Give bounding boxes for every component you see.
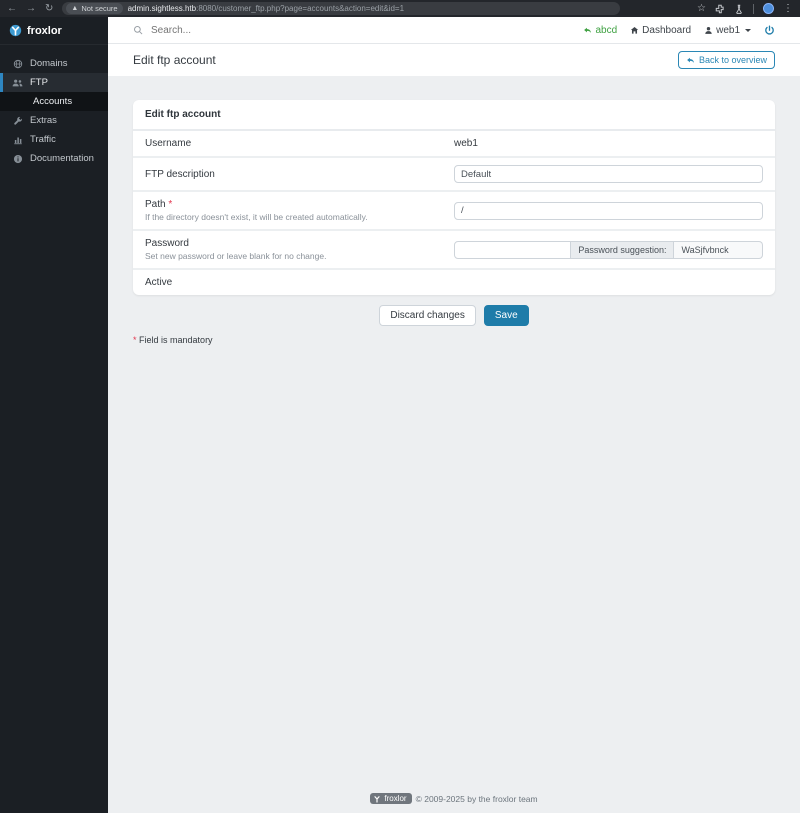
browser-reload-icon[interactable]: ↻ [45,3,53,14]
content-area: Edit ftp account Username web1 FTP descr… [108,76,800,813]
froxlor-logo-icon [374,795,380,803]
password-input-group: Password suggestion: WaSjfvbnck [454,240,763,259]
username-value: web1 [454,138,478,149]
sidebar-item-ftp[interactable]: FTP [0,73,108,92]
sidebar-item-label: FTP [30,77,48,88]
password-input[interactable] [454,240,572,259]
sidebar-item-label: Documentation [30,153,94,164]
card-title: Edit ftp account [133,100,775,131]
password-hint: Set new password or leave blank for no c… [145,251,327,261]
dashboard-link-label: Dashboard [642,24,692,36]
sidebar-item-label: Accounts [33,96,73,107]
back-to-overview-button[interactable]: Back to overview [677,51,775,69]
active-label: Active [145,277,173,288]
page-title: Edit ftp account [133,53,216,67]
extensions-icon[interactable] [715,4,725,14]
warning-icon: ▲ [71,5,79,12]
search-input[interactable] [149,23,309,37]
toolbar-divider [753,3,754,14]
brand-label: froxlor [27,24,62,37]
froxlor-brand[interactable]: froxlor [0,17,108,45]
home-icon [631,26,639,34]
sidebar-item-label: Domains [30,58,68,69]
save-button[interactable]: Save [483,305,529,326]
sidebar-item-label: Traffic [30,134,56,145]
dashboard-link[interactable]: Dashboard [630,25,691,36]
password-label: Password [145,238,189,249]
discard-changes-button[interactable]: Discard changes [379,305,476,326]
globe-icon [12,59,23,69]
sidebar-menu: Domains FTP Accounts Extras Traffic Docu… [0,45,108,168]
reply-arrow-icon [687,57,694,63]
form-row-active: Active [133,270,775,295]
bookmark-star-icon[interactable]: ☆ [697,3,706,14]
bar-chart-icon [12,135,23,145]
main-area: abcd Dashboard web1 Edit ftp account [108,17,800,813]
page-footer: froxlor © 2009-2025 by the froxlor team [108,793,800,804]
path-input[interactable] [454,201,763,220]
froxlor-logo-icon [9,24,22,37]
customer-switch-link[interactable]: abcd [583,25,617,36]
global-search [133,23,309,37]
browser-forward-icon[interactable]: → [26,3,36,14]
reply-arrow-icon [584,27,592,33]
back-button-label: Back to overview [698,55,767,65]
sidebar-item-extras[interactable]: Extras [0,111,108,130]
topbar-links: abcd Dashboard web1 [583,25,775,36]
browser-toolbar: ← → ↻ ▲ Not secure admin.sightless.htb:8… [0,0,800,17]
profile-avatar[interactable] [763,3,774,14]
sidebar-item-label: Extras [30,115,57,126]
path-label: Path * [145,199,173,210]
sidebar-item-domains[interactable]: Domains [0,54,108,73]
browser-menu-icon[interactable]: ⋮ [783,3,793,14]
form-row-username: Username web1 [133,131,775,158]
browser-actions: ☆ ⋮ [697,3,793,14]
info-icon [12,154,23,164]
password-suggestion-value[interactable]: WaSjfvbnck [674,240,763,259]
footer-brand-label: froxlor [384,794,407,803]
search-icon [133,25,143,35]
edit-ftp-card: Edit ftp account Username web1 FTP descr… [133,100,775,295]
ftp-description-label: FTP description [145,168,215,180]
person-icon [705,26,712,34]
users-icon [12,78,23,88]
user-menu-label: web1 [716,24,740,36]
mandatory-note-text: Field is mandatory [139,335,213,345]
path-hint: If the directory doesn't exist, it will … [145,212,368,222]
logout-power-icon[interactable] [764,24,775,36]
required-asterisk: * [168,199,173,210]
address-bar[interactable]: ▲ Not secure admin.sightless.htb:8080/cu… [62,2,621,15]
sidebar: froxlor Domains FTP Accounts Extras Traf… [0,17,108,813]
sidebar-item-documentation[interactable]: Documentation [0,149,108,168]
ftp-description-input[interactable] [454,165,763,183]
user-menu[interactable]: web1 [704,25,751,36]
froxlor-footer-badge[interactable]: froxlor [370,793,412,804]
customer-link-label: abcd [595,24,618,36]
not-secure-badge[interactable]: ▲ Not secure [66,3,123,14]
form-row-path: Path * If the directory doesn't exist, i… [133,192,775,231]
url-text: admin.sightless.htb:8080/customer_ftp.ph… [127,4,405,13]
wrench-icon [12,116,23,126]
form-row-password: Password Set new password or leave blank… [133,231,775,270]
browser-back-icon[interactable]: ← [7,3,17,14]
form-actions: Discard changes Save [133,305,775,326]
chevron-down-icon [745,28,751,32]
sidebar-item-traffic[interactable]: Traffic [0,130,108,149]
username-label: Username [145,138,192,149]
sidebar-item-accounts[interactable]: Accounts [0,92,108,111]
experiments-flask-icon[interactable] [734,4,744,14]
form-row-description: FTP description [133,158,775,192]
required-asterisk: * [133,335,137,345]
footer-copyright: © 2009-2025 by the froxlor team [415,793,538,804]
mandatory-note: * Field is mandatory [133,335,775,345]
not-secure-label: Not secure [81,4,118,13]
topbar: abcd Dashboard web1 [108,17,800,44]
password-suggestion-label: Password suggestion: [571,240,675,259]
page-header: Edit ftp account Back to overview [108,44,800,76]
